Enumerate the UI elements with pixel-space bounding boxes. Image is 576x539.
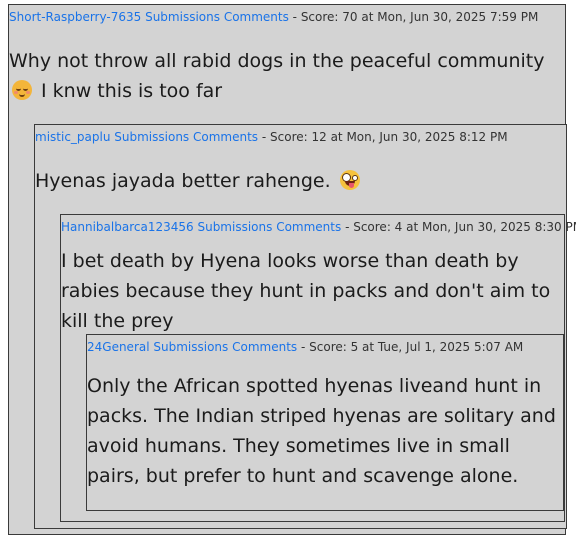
comment-thread: Short-Raspberry-7635 Submissions Comment… (8, 4, 576, 535)
comment-body: Hyenas jayada better rahenge. (35, 166, 555, 196)
comment-text: Hyenas jayada better rahenge. (35, 170, 331, 192)
comment-header: 24General Submissions Comments - Score: … (87, 340, 523, 354)
submissions-link[interactable]: Submissions (197, 220, 272, 234)
comment-mistic-paplu: mistic_paplu Submissions Comments - Scor… (34, 124, 576, 529)
comment-body: Only the African spotted hyenas liveand … (87, 375, 556, 487)
comment-header: Short-Raspberry-7635 Submissions Comment… (9, 10, 538, 24)
zany-face-icon (339, 170, 360, 190)
comments-link[interactable]: Comments (224, 10, 289, 24)
comments-link[interactable]: Comments (193, 130, 258, 144)
comment-meta: - Score: 70 at Mon, Jun 30, 2025 7:59 PM (288, 10, 539, 24)
relieved-face-icon (12, 80, 32, 100)
comment-text-cont: I knw this is too far (35, 80, 223, 102)
comment-header: mistic_paplu Submissions Comments - Scor… (35, 130, 508, 144)
comment-text: Why not throw all rabid dogs in the peac… (9, 50, 545, 72)
comment-hannibalbarca: Hannibalbarca123456 Submissions Comments… (60, 214, 576, 522)
author-link[interactable]: 24General (87, 340, 150, 354)
comment-body: Why not throw all rabid dogs in the peac… (9, 46, 561, 106)
comment-meta: - Score: 12 at Mon, Jun 30, 2025 8:12 PM (258, 130, 508, 144)
author-link[interactable]: mistic_paplu (35, 130, 110, 144)
comments-link[interactable]: Comments (276, 220, 341, 234)
author-link[interactable]: Hannibalbarca123456 (61, 220, 194, 234)
comment-meta: - Score: 5 at Tue, Jul 1, 2025 5:07 AM (297, 340, 524, 354)
submissions-link[interactable]: Submissions (145, 10, 220, 24)
comment-short-raspberry: Short-Raspberry-7635 Submissions Comment… (9, 5, 576, 534)
author-link[interactable]: Short-Raspberry-7635 (9, 10, 141, 24)
comments-link[interactable]: Comments (232, 340, 297, 354)
submissions-link[interactable]: Submissions (114, 130, 189, 144)
comment-header: Hannibalbarca123456 Submissions Comments… (61, 220, 576, 234)
comment-24general: 24General Submissions Comments - Score: … (86, 334, 564, 511)
submissions-link[interactable]: Submissions (153, 340, 228, 354)
comment-meta: - Score: 4 at Mon, Jun 30, 2025 8:30 PM (341, 220, 576, 234)
comment-body: I bet death by Hyena looks worse than de… (61, 250, 551, 332)
